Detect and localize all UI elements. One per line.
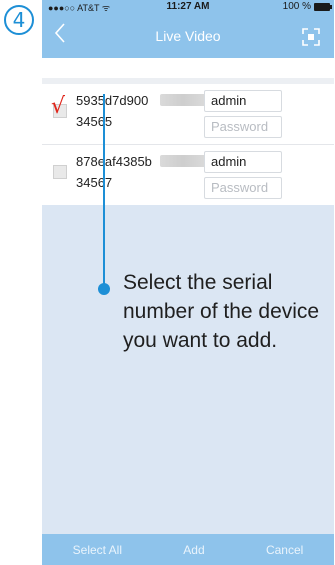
serial-redaction [160, 155, 206, 167]
cancel-button[interactable]: Cancel [266, 543, 303, 557]
annotation-leader-line [103, 94, 105, 288]
checkmark-icon: √ [51, 94, 66, 119]
device-serial: 5935d7d900 [76, 93, 149, 108]
spacer [42, 58, 334, 78]
battery-icon [314, 2, 332, 11]
device-row[interactable]: 878eaf4385b 34567 admin Password [42, 145, 334, 205]
device-serial-suffix: 34567 [76, 175, 113, 190]
device-serial-suffix: 34565 [76, 114, 113, 129]
password-field[interactable]: Password [204, 116, 282, 138]
bottom-toolbar: Select All Add Cancel [42, 534, 334, 565]
serial-redaction [160, 94, 206, 106]
step-number-badge: 4 [4, 5, 34, 35]
battery-indicator: 100 % [282, 1, 332, 12]
select-all-button[interactable]: Select All [73, 543, 122, 557]
scan-icon [302, 28, 320, 46]
annotation-dot [98, 283, 110, 295]
phone-screen: ●●●○○ AT&T ᯤ 11:27 AM 100 % Live Video √… [42, 0, 334, 565]
nav-bar: Live Video [42, 14, 334, 58]
password-field[interactable]: Password [204, 177, 282, 199]
scan-button[interactable] [302, 28, 320, 46]
battery-percent: 100 % [282, 1, 311, 12]
device-list: √ 5935d7d900 34565 admin Password 878eaf… [42, 84, 334, 205]
username-field[interactable]: admin [204, 90, 282, 112]
device-serial: 878eaf4385b [76, 154, 152, 169]
add-button[interactable]: Add [183, 543, 204, 557]
status-bar: ●●●○○ AT&T ᯤ 11:27 AM 100 % [42, 0, 334, 14]
device-checkbox[interactable] [53, 165, 67, 179]
username-field[interactable]: admin [204, 151, 282, 173]
annotation-callout: Select the serial number of the device y… [123, 271, 320, 352]
page-title: Live Video [155, 28, 221, 44]
device-row[interactable]: √ 5935d7d900 34565 admin Password [42, 84, 334, 145]
